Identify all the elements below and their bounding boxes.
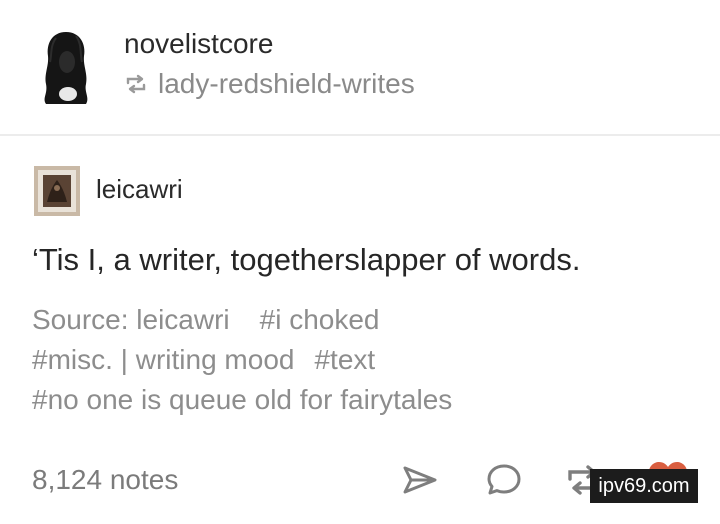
reblogger-avatar[interactable] — [38, 28, 94, 106]
tag[interactable]: #no one is queue old for fairytales — [32, 384, 452, 415]
reblog-header: novelistcore lady-redshield-writes — [0, 0, 720, 134]
reblog-icon — [124, 74, 148, 94]
reblogged-from-username[interactable]: lady-redshield-writes — [158, 66, 415, 102]
share-button[interactable] — [398, 458, 442, 502]
framed-picture-avatar-icon — [34, 166, 80, 216]
silhouette-avatar-icon — [44, 32, 88, 104]
watermark-label: ipv69.com — [590, 469, 698, 503]
share-icon — [403, 466, 437, 494]
notes-count[interactable]: 8,124 notes — [32, 462, 178, 498]
post-body-text: ‘Tis I, a writer, togetherslapper of wor… — [32, 242, 581, 277]
author-avatar[interactable] — [34, 166, 80, 216]
tag[interactable]: #i choked — [260, 304, 380, 335]
header-divider — [0, 134, 720, 136]
reply-button[interactable] — [482, 458, 526, 502]
reply-icon — [487, 464, 521, 495]
reblogged-from-row: lady-redshield-writes — [124, 66, 415, 102]
tag[interactable]: #text — [314, 344, 375, 375]
reblogger-username[interactable]: novelistcore — [124, 26, 273, 62]
post-meta: Source: leicawri #i choked #misc. | writi… — [32, 300, 452, 420]
source-link[interactable]: Source: leicawri — [32, 304, 230, 335]
tag[interactable]: #misc. | writing mood — [32, 344, 294, 375]
author-username[interactable]: leicawri — [96, 172, 183, 206]
